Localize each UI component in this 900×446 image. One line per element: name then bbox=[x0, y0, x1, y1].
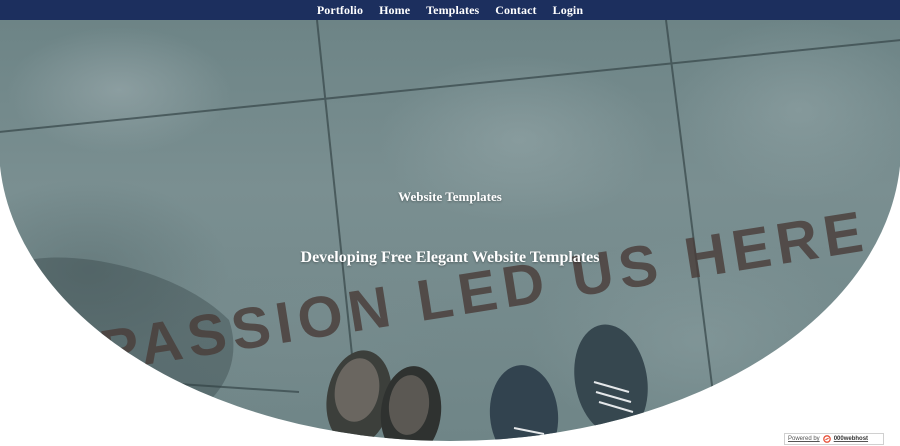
hero-title: Developing Free Elegant Website Template… bbox=[300, 249, 600, 266]
nav-link-contact[interactable]: Contact bbox=[495, 0, 536, 20]
hero-subtitle: Website Templates bbox=[398, 189, 502, 204]
hosting-logo-icon bbox=[822, 435, 831, 443]
page: Portfolio Home Templates Contact Login P… bbox=[0, 0, 900, 446]
hero-background-slogan: PASSION LED US HERE bbox=[95, 198, 872, 384]
powered-by-label: Powered by bbox=[788, 436, 820, 442]
hero-section: PASSION LED US HERE Website Templates De… bbox=[0, 20, 900, 441]
nav-link-templates[interactable]: Templates bbox=[426, 0, 479, 20]
top-navigation: Portfolio Home Templates Contact Login bbox=[0, 0, 900, 20]
powered-by-badge[interactable]: Powered by 000webhost bbox=[784, 433, 884, 445]
brand-name: 000webhost bbox=[833, 436, 869, 442]
nav-link-portfolio[interactable]: Portfolio bbox=[317, 0, 363, 20]
nav-link-home[interactable]: Home bbox=[379, 0, 410, 20]
nav-link-login[interactable]: Login bbox=[553, 0, 584, 20]
hero-background-image: PASSION LED US HERE bbox=[0, 20, 900, 441]
